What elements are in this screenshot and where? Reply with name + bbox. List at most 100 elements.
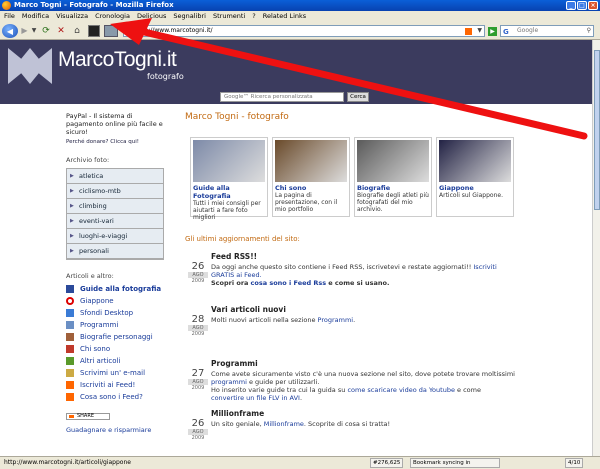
feature-card[interactable]: Giappone Articoli sul Giappone. xyxy=(436,137,514,217)
post-link[interactable]: convertire un file FLV in AVI xyxy=(211,394,300,402)
post-title[interactable]: Feed RSS!! xyxy=(211,252,257,261)
article-label: Giappone xyxy=(80,297,114,305)
menu-delicious[interactable]: Delicious xyxy=(137,11,166,21)
go-button[interactable]: ▶ xyxy=(488,27,497,36)
site-title[interactable]: MarcoTogni.it xyxy=(58,48,177,72)
post-day: 27 xyxy=(191,368,205,379)
post-year: 2009 xyxy=(191,331,205,337)
archive-list: atletica ciclismo-mtb climbing eventi-va… xyxy=(66,168,164,260)
post-link[interactable]: cosa sono i Feed Rss xyxy=(251,279,327,287)
home-button[interactable]: ⌂ xyxy=(71,24,83,37)
stop-button[interactable]: ✕ xyxy=(55,24,67,37)
post-date: 28 AGO 2009 xyxy=(188,315,208,337)
menu-related-links[interactable]: Related Links xyxy=(263,11,306,21)
japan-flag-icon xyxy=(66,297,74,305)
card-thumbnail[interactable] xyxy=(275,140,347,182)
post-day: 26 xyxy=(191,261,205,272)
article-link[interactable]: Sfondi Desktop xyxy=(66,307,164,319)
donate-link[interactable]: Perché donare? Clicca qui! xyxy=(66,139,164,145)
post-title[interactable]: Millionframe xyxy=(211,409,264,418)
article-link[interactable]: Guide alla fotografia xyxy=(66,283,164,295)
menu-bar: File Modifica Visualizza Cronologia Deli… xyxy=(0,11,600,21)
extension-button-2[interactable] xyxy=(104,25,118,37)
maximize-button[interactable]: □ xyxy=(577,1,587,10)
reload-button[interactable]: ⟳ xyxy=(40,24,52,37)
article-link[interactable]: Biografie personaggi xyxy=(66,331,164,343)
user-icon xyxy=(66,345,74,353)
article-label: Altri articoli xyxy=(80,357,121,365)
address-bar[interactable]: http://www.marcotogni.it/ ▼ xyxy=(123,25,485,37)
post-title[interactable]: Vari articoli nuovi xyxy=(211,305,286,314)
site-search-input[interactable]: Google™ Ricerca personalizzata xyxy=(220,92,344,102)
card-thumbnail[interactable] xyxy=(357,140,429,182)
post-link[interactable]: programmi xyxy=(211,378,247,386)
site-logo-icon[interactable] xyxy=(8,48,52,84)
post-year: 2009 xyxy=(191,435,205,441)
article-link[interactable]: Chi sono xyxy=(66,343,164,355)
menu-modifica[interactable]: Modifica xyxy=(22,11,49,21)
site-search-button[interactable]: Cerca xyxy=(347,92,369,102)
post-link[interactable]: Millionframe xyxy=(264,420,304,428)
article-link[interactable]: Giappone xyxy=(66,295,164,307)
minimize-button[interactable]: _ xyxy=(566,1,576,10)
menu-file[interactable]: File xyxy=(4,11,15,21)
search-icon[interactable]: ⚲ xyxy=(587,26,591,36)
feature-card[interactable]: Guide alla Fotografia Tutti i miei consig… xyxy=(190,137,268,221)
post-link[interactable]: Programmi xyxy=(318,316,354,324)
history-dropdown[interactable]: ▼ xyxy=(30,24,38,37)
menu-help[interactable]: ? xyxy=(252,11,255,21)
article-link[interactable]: Programmi xyxy=(66,319,164,331)
chevron-down-icon[interactable]: ▼ xyxy=(477,26,482,36)
browser-search-input[interactable]: G Google ⚲ xyxy=(500,25,594,37)
post-day: 26 xyxy=(191,418,205,429)
archive-item-luoghi[interactable]: luoghi-e-viaggi xyxy=(67,229,163,244)
menu-strumenti[interactable]: Strumenti xyxy=(213,11,245,21)
firefox-icon xyxy=(2,1,11,10)
back-button[interactable]: ◀ xyxy=(2,24,18,38)
post-title[interactable]: Programmi xyxy=(211,359,258,368)
card-title[interactable]: Biografie xyxy=(357,184,429,192)
archive-item-climbing[interactable]: climbing xyxy=(67,199,163,214)
card-thumbnail[interactable] xyxy=(439,140,511,182)
post-date: 26 AGO 2009 xyxy=(188,262,208,284)
book-icon xyxy=(66,285,74,293)
archive-item-atletica[interactable]: atletica xyxy=(67,169,163,184)
post: 26 AGO 2009 Feed RSS!! Da oggi anche quest… xyxy=(185,252,585,292)
article-link[interactable]: Altri articoli xyxy=(66,355,164,367)
feature-cards: Guide alla Fotografia Tutti i miei consig… xyxy=(190,137,515,221)
mail-icon xyxy=(66,369,74,377)
site-favicon xyxy=(126,28,133,34)
card-title[interactable]: Guide alla Fotografia xyxy=(193,184,265,200)
article-link[interactable]: Cosa sono i Feed? xyxy=(66,391,164,403)
menu-segnalibri[interactable]: Segnalibri xyxy=(173,11,206,21)
extension-button-1[interactable] xyxy=(88,25,100,37)
menu-visualizza[interactable]: Visualizza xyxy=(56,11,88,21)
archive-item-personali[interactable]: personali xyxy=(67,244,163,259)
scrollbar-thumb[interactable] xyxy=(594,50,600,210)
post-text: . Scoprite di cosa si tratta! xyxy=(303,420,391,428)
post-text: Scopri ora xyxy=(211,279,249,287)
card-title[interactable]: Chi sono xyxy=(275,184,347,192)
vertical-scrollbar[interactable] xyxy=(592,40,600,456)
browser-search-placeholder: Google xyxy=(517,27,539,34)
card-thumbnail[interactable] xyxy=(193,140,265,182)
archive-item-eventi[interactable]: eventi-vari xyxy=(67,214,163,229)
share-button[interactable]: SHARE xyxy=(66,413,110,420)
post-day: 28 xyxy=(191,314,205,325)
feature-card[interactable]: Chi sono La pagina di presentazione, con … xyxy=(272,137,350,217)
article-link[interactable]: Iscriviti ai Feed! xyxy=(66,379,164,391)
status-sync: Bookmark syncing in progress... xyxy=(410,458,500,469)
post-body: Da oggi anche questo sito contiene i Fee… xyxy=(211,263,516,287)
guadagnare-link[interactable]: Guadagnare e risparmiare xyxy=(66,426,164,434)
archive-item-ciclismo[interactable]: ciclismo-mtb xyxy=(67,184,163,199)
rss-icon[interactable] xyxy=(465,28,472,35)
article-link[interactable]: Scrivimi un' e-mail xyxy=(66,367,164,379)
forward-button[interactable]: ▶ xyxy=(19,24,30,37)
note-icon xyxy=(66,357,74,365)
feature-card[interactable]: Biografie Biografie degli atleti più foto… xyxy=(354,137,432,217)
post-link[interactable]: come scaricare video da Youtube xyxy=(347,386,455,394)
close-button[interactable]: × xyxy=(588,1,598,10)
menu-cronologia[interactable]: Cronologia xyxy=(95,11,130,21)
card-title[interactable]: Giappone xyxy=(439,184,511,192)
home-icon: ⌂ xyxy=(74,25,80,36)
